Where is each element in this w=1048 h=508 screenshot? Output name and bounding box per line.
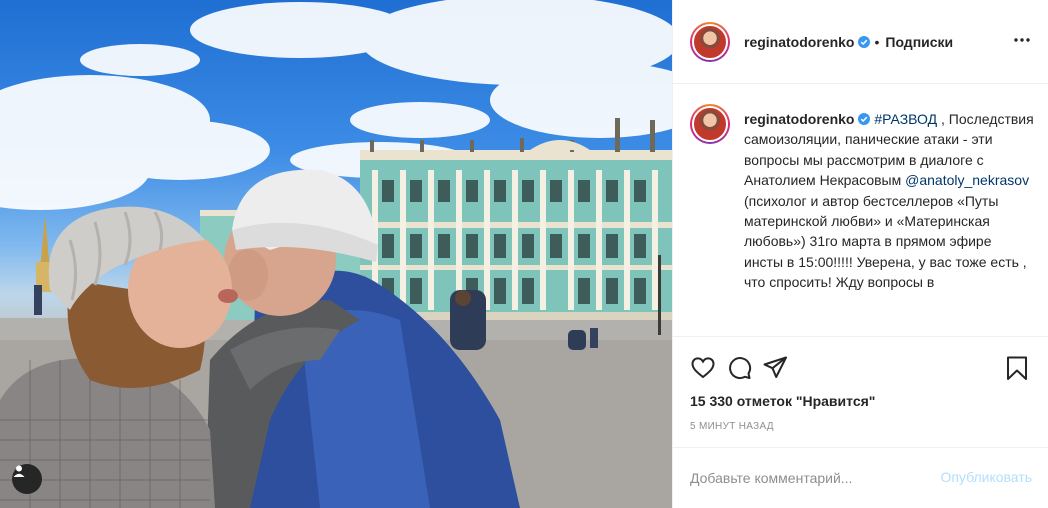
heart-icon[interactable] — [690, 355, 716, 381]
post-timestamp[interactable]: 5 МИНУТ НАЗАД — [690, 421, 774, 432]
photo-illustration — [0, 0, 672, 508]
likes-count[interactable]: 15 330 отметок "Нравится" — [690, 393, 875, 409]
post-photo[interactable] — [0, 0, 672, 508]
caption-author-username[interactable]: reginatodorenko — [744, 111, 854, 127]
author-username[interactable]: reginatodorenko — [744, 34, 854, 50]
caption-body-2: (психолог и автор бестселлеров «Путы мат… — [744, 192, 1027, 291]
post-header: reginatodorenko • Подписки — [673, 0, 1048, 84]
comment-input[interactable] — [690, 470, 920, 486]
mention-link[interactable]: @anatoly_nekrasov — [905, 172, 1029, 188]
verified-badge-icon — [858, 113, 871, 125]
comment-icon[interactable] — [726, 355, 752, 381]
following-button[interactable]: Подписки — [885, 34, 953, 50]
publish-button[interactable]: Опубликовать — [940, 469, 1032, 485]
comment-form: Опубликовать — [673, 447, 1048, 508]
author-avatar[interactable] — [690, 21, 730, 62]
post-side-panel: reginatodorenko • Подписки reginatodoren… — [672, 0, 1048, 508]
user-tag-icon — [13, 465, 25, 477]
author-meta: reginatodorenko • Подписки — [744, 34, 953, 50]
more-horizontal-icon[interactable] — [1012, 30, 1032, 50]
verified-badge-icon — [858, 35, 871, 48]
caption-author-avatar[interactable] — [690, 104, 730, 144]
post-caption: reginatodorenko #РАЗВОД , Последствия са… — [673, 100, 1048, 336]
hashtag-link[interactable]: #РАЗВОД — [874, 111, 937, 127]
post-view: reginatodorenko • Подписки reginatodoren… — [0, 0, 1048, 508]
header-separator: • — [874, 33, 880, 50]
caption-text: reginatodorenko #РАЗВОД , Последствия са… — [744, 109, 1034, 293]
bookmark-icon[interactable] — [1004, 355, 1030, 381]
share-icon[interactable] — [762, 355, 788, 381]
user-tag-button[interactable] — [12, 464, 42, 494]
